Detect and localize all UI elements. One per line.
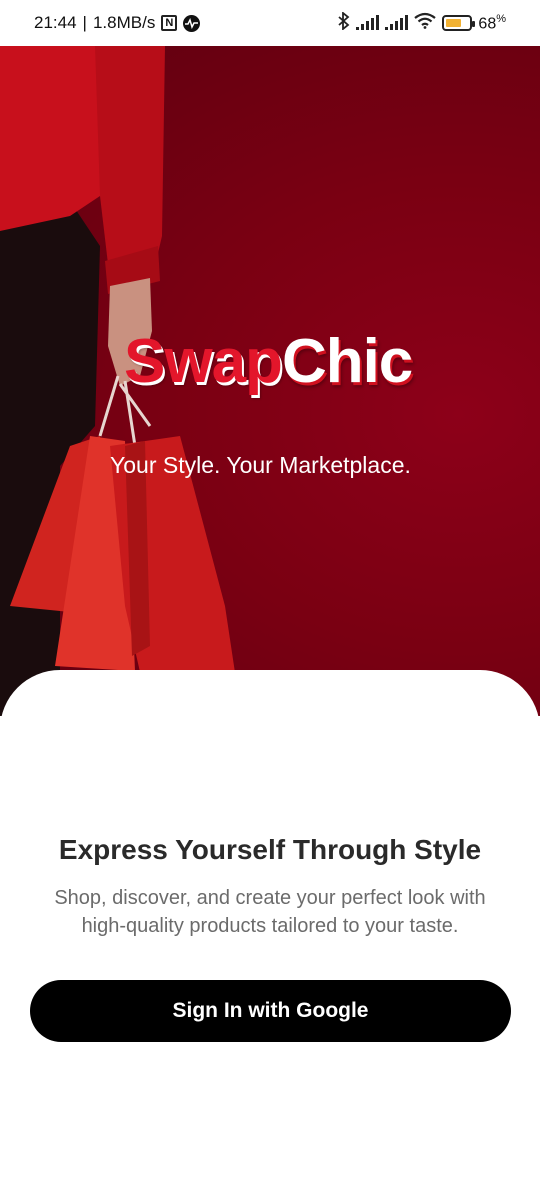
network-speed: 1.8MB/s [92, 13, 156, 32]
bluetooth-icon [338, 10, 350, 35]
signal-icon [356, 15, 380, 30]
pulse-icon [183, 14, 201, 32]
signal-icon [385, 15, 409, 30]
sign-in-google-button[interactable]: Sign In with Google [30, 980, 511, 1042]
status-separator: | [82, 13, 87, 32]
welcome-sheet: Express Yourself Through Style Shop, dis… [0, 670, 540, 1200]
hero-banner: SwapChic Your Style. Your Marketplace. [0, 46, 540, 716]
brand-logo-part1: Swap [124, 327, 283, 396]
welcome-description: Shop, discover, and create your perfect … [54, 887, 486, 937]
welcome-headline: Express Yourself Through Style [58, 834, 482, 865]
tagline: Your Style. Your Marketplace. [110, 452, 411, 478]
brand-logo-part2: Chic [281, 327, 413, 396]
wifi-icon [414, 12, 437, 34]
battery-fill [446, 19, 462, 27]
battery-percent: 68% [478, 12, 506, 33]
status-right: 68% [338, 10, 506, 35]
brand-logo: SwapChic [124, 326, 413, 397]
status-left: 21:44 | 1.8MB/s N [34, 13, 201, 33]
battery-icon [442, 15, 476, 31]
clock: 21:44 [34, 13, 77, 32]
nfc-icon: N [161, 15, 178, 31]
status-bar: 21:44 | 1.8MB/s N 68% [0, 0, 540, 46]
